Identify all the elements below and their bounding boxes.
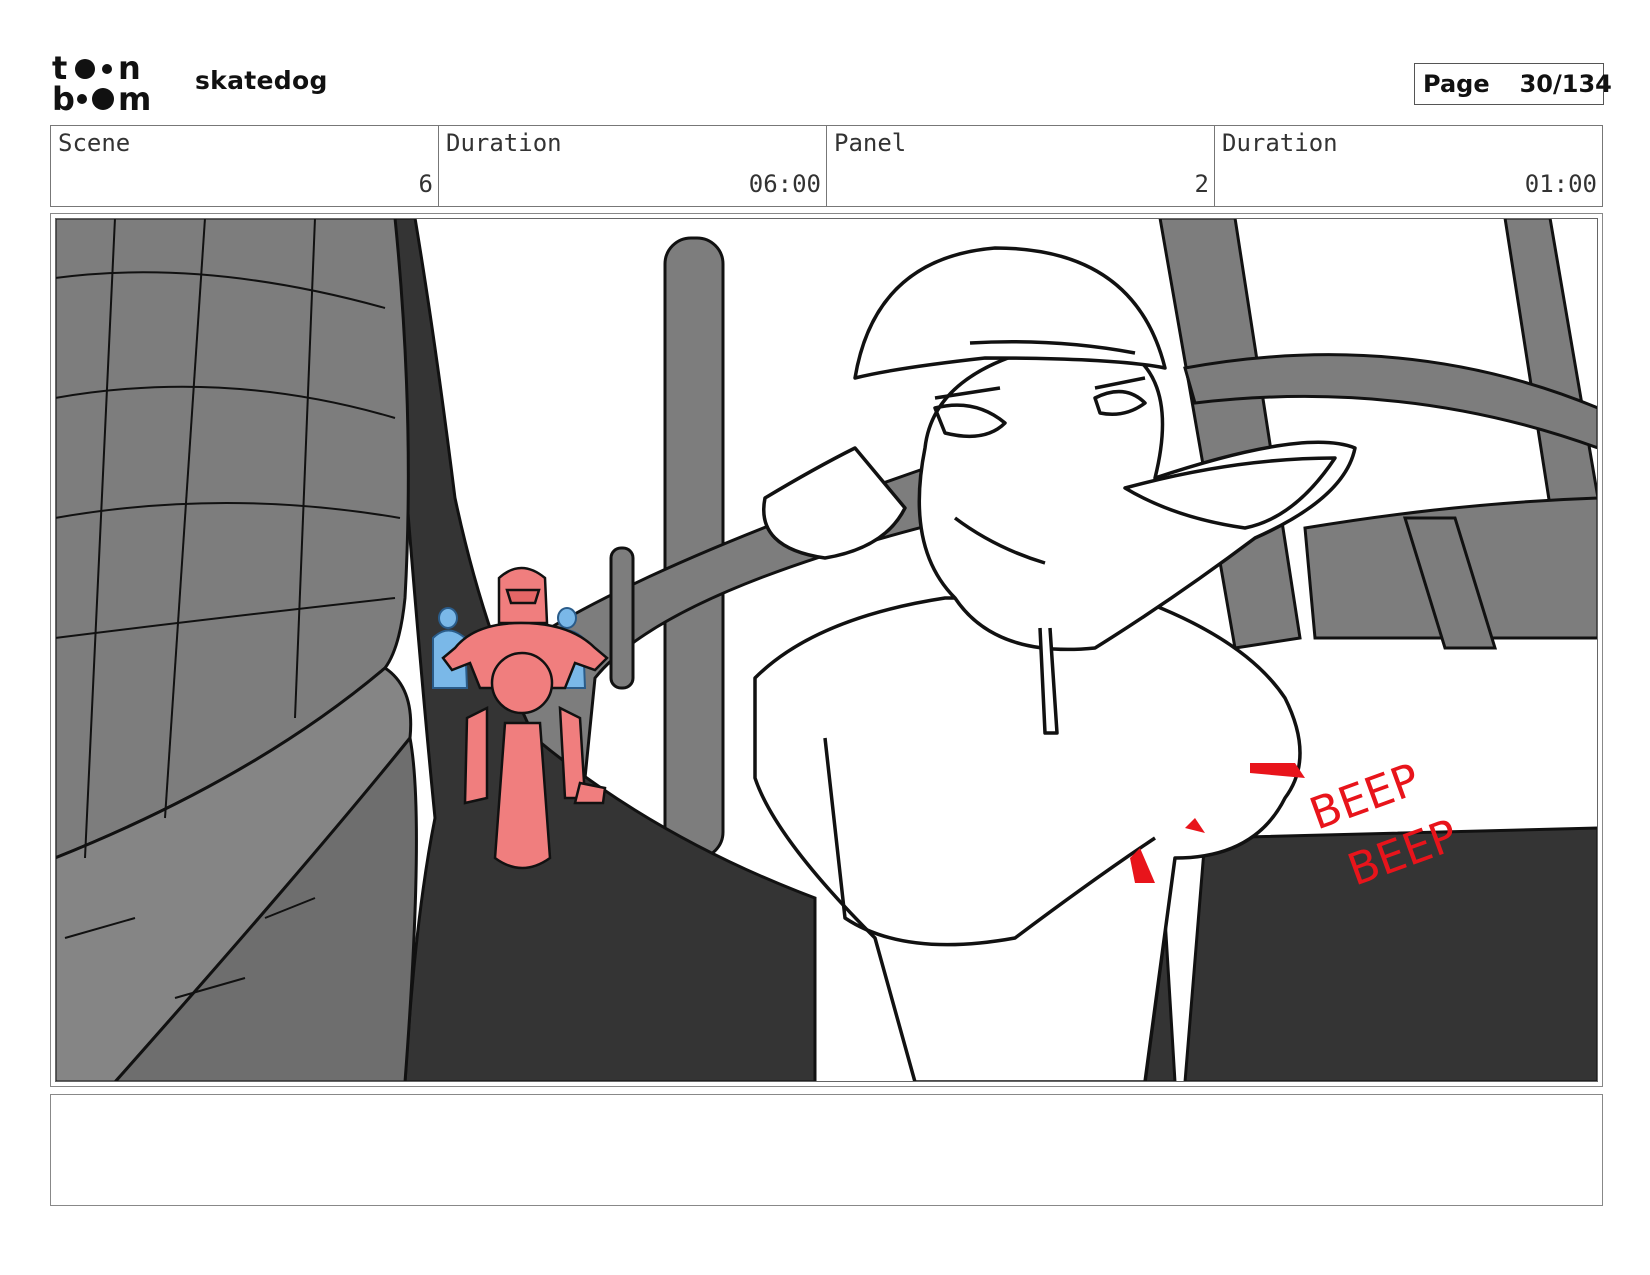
scene-label: Scene bbox=[58, 129, 131, 157]
panel-label: Panel bbox=[834, 129, 907, 157]
svg-text:b: b bbox=[52, 80, 75, 114]
panel-cell: Panel 2 bbox=[827, 126, 1215, 206]
scene-duration-label: Duration bbox=[446, 129, 562, 157]
left-building bbox=[55, 218, 418, 1082]
scene-cell: Scene 6 bbox=[51, 126, 439, 206]
panel-info-bar: Scene 6 Duration 06:00 Panel 2 Duration … bbox=[50, 125, 1603, 207]
panel-notes-area bbox=[50, 1094, 1603, 1206]
scene-duration-value: 06:00 bbox=[748, 170, 821, 198]
toonboom-logo: t n b m bbox=[52, 49, 170, 118]
storyboard-drawing: BEEP BEEP bbox=[55, 218, 1598, 1082]
panel-duration-cell: Duration 01:00 bbox=[1215, 126, 1602, 206]
scene-duration-cell: Duration 06:00 bbox=[439, 126, 827, 206]
storyboard-panel: BEEP BEEP bbox=[50, 213, 1603, 1087]
page-number: 30/134 bbox=[1519, 70, 1612, 98]
page-indicator: Page 30/134 bbox=[1414, 63, 1612, 105]
page-label: Page bbox=[1423, 70, 1490, 98]
panel-duration-value: 01:00 bbox=[1524, 170, 1597, 198]
scene-value: 6 bbox=[418, 170, 433, 198]
svg-text:m: m bbox=[118, 80, 151, 114]
toonboom-logo-mark: t n b m bbox=[52, 49, 151, 118]
panel-value: 2 bbox=[1194, 170, 1209, 198]
panel-duration-label: Duration bbox=[1222, 129, 1338, 157]
project-name: skatedog bbox=[195, 66, 328, 95]
